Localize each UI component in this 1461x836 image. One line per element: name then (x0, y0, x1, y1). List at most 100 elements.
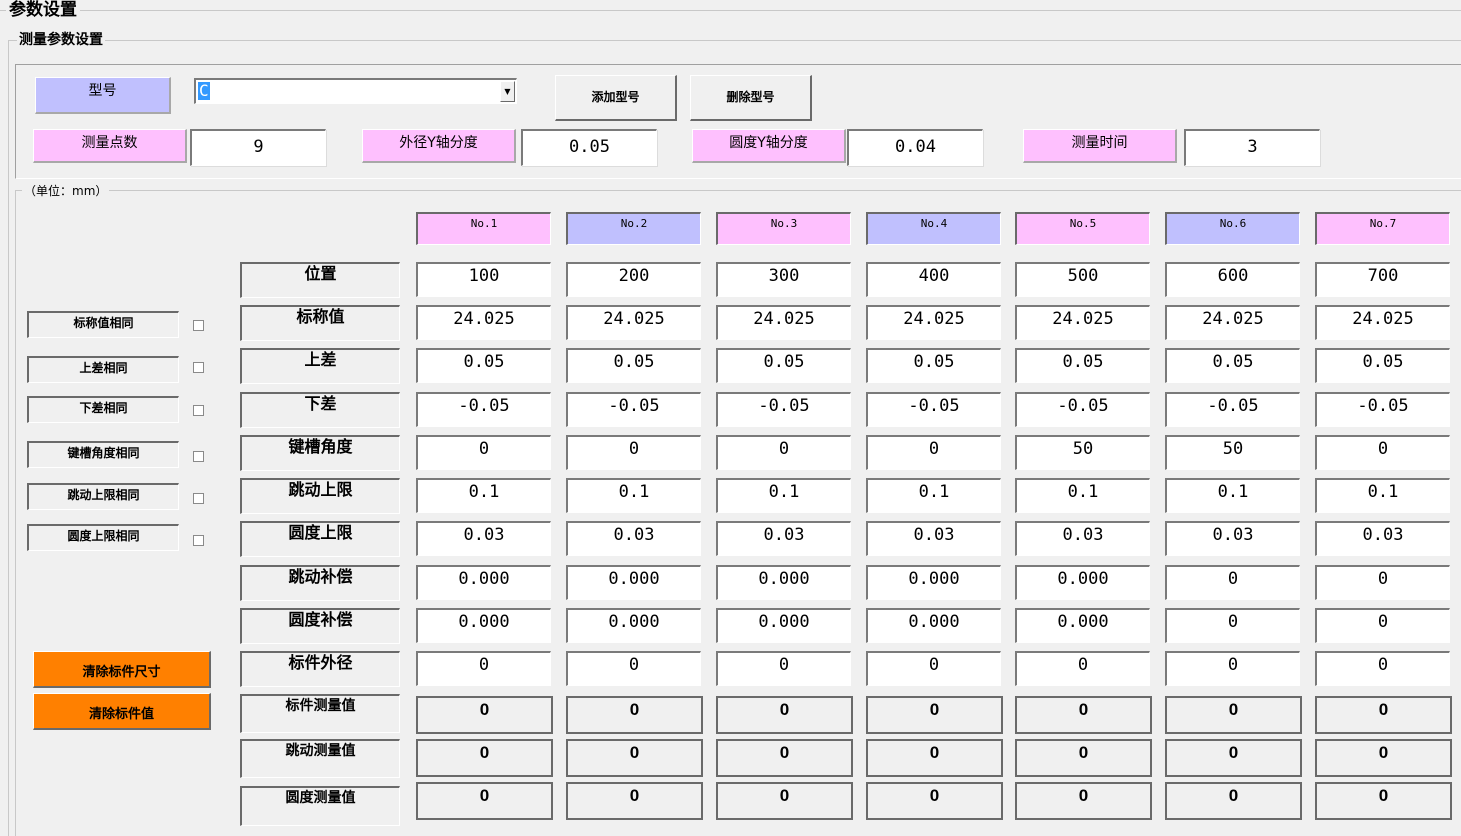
param-cell[interactable]: 0.000 (416, 608, 551, 643)
clear-standard-value-button[interactable]: 清除标件值 (33, 693, 211, 730)
param-cell[interactable]: 0.05 (716, 348, 851, 383)
param-cell[interactable]: 0.03 (416, 521, 551, 556)
point-count-field[interactable]: 9 (190, 129, 326, 166)
param-cell[interactable]: 50 (1015, 435, 1150, 470)
param-cell[interactable]: 0 (866, 435, 1001, 470)
param-cell[interactable]: 0 (566, 435, 701, 470)
param-cell[interactable]: 400 (866, 262, 1001, 297)
param-cell[interactable]: 24.025 (866, 305, 1001, 340)
param-cell[interactable]: 0.03 (1165, 521, 1300, 556)
param-cell[interactable]: 0 (716, 651, 851, 686)
param-cell[interactable]: 0 (566, 651, 701, 686)
param-cell[interactable]: 0.05 (1015, 348, 1150, 383)
model-label: 型号 (35, 77, 171, 114)
measured-value-cell: 0 (866, 696, 1003, 734)
measured-value-cell: 0 (1315, 696, 1452, 734)
param-cell[interactable]: 0.1 (716, 478, 851, 513)
param-cell[interactable]: 200 (566, 262, 701, 297)
param-cell[interactable]: 24.025 (1315, 305, 1450, 340)
param-cell[interactable]: -0.05 (1015, 392, 1150, 427)
param-cell[interactable]: 0.1 (1315, 478, 1450, 513)
param-cell[interactable]: 0.03 (1315, 521, 1450, 556)
param-cell[interactable]: -0.05 (566, 392, 701, 427)
param-cell[interactable]: 0 (416, 651, 551, 686)
param-cell[interactable]: 0.000 (716, 565, 851, 600)
measure-time-label: 测量时间 (1023, 129, 1177, 163)
clear-standard-size-button[interactable]: 清除标件尺寸 (33, 651, 211, 688)
same-lower-dev-button[interactable]: 下差相同 (27, 396, 179, 423)
param-cell[interactable]: -0.05 (716, 392, 851, 427)
roundness-y-division-field[interactable]: 0.04 (847, 129, 983, 166)
param-cell[interactable]: -0.05 (416, 392, 551, 427)
param-cell[interactable]: 24.025 (1165, 305, 1300, 340)
param-cell[interactable]: 0.1 (1165, 478, 1300, 513)
param-cell[interactable]: 0.05 (1315, 348, 1450, 383)
add-model-button[interactable]: 添加型号 (555, 75, 677, 121)
param-cell[interactable]: -0.05 (1315, 392, 1450, 427)
param-cell[interactable]: 0.05 (566, 348, 701, 383)
same-roundness-limit-button[interactable]: 圆度上限相同 (27, 524, 179, 551)
param-cell[interactable]: 0.000 (566, 608, 701, 643)
same-keyway-angle-checkbox[interactable] (193, 451, 204, 462)
param-cell[interactable]: 0.000 (416, 565, 551, 600)
param-cell[interactable]: 0 (866, 651, 1001, 686)
param-cell[interactable]: 100 (416, 262, 551, 297)
param-cell[interactable]: 0 (1315, 435, 1450, 470)
param-cell[interactable]: 0 (1315, 651, 1450, 686)
param-cell[interactable]: 0 (716, 435, 851, 470)
delete-model-button[interactable]: 删除型号 (690, 75, 812, 121)
param-cell[interactable]: 0 (1015, 651, 1150, 686)
param-cell[interactable]: -0.05 (1165, 392, 1300, 427)
param-cell[interactable]: 0 (1315, 565, 1450, 600)
group-title: 测量参数设置 (17, 32, 105, 49)
param-cell[interactable]: 0 (416, 435, 551, 470)
param-cell[interactable]: 700 (1315, 262, 1450, 297)
param-cell[interactable]: 600 (1165, 262, 1300, 297)
param-cell[interactable]: 300 (716, 262, 851, 297)
param-cell[interactable]: 0 (1165, 565, 1300, 600)
same-runout-limit-button[interactable]: 跳动上限相同 (27, 483, 179, 510)
column-header-2: No.2 (566, 212, 701, 245)
model-combobox[interactable]: C ▼ (194, 78, 517, 104)
param-cell[interactable]: 0.03 (866, 521, 1001, 556)
param-cell[interactable]: 0.03 (716, 521, 851, 556)
param-cell[interactable]: -0.05 (866, 392, 1001, 427)
measured-value-cell: 0 (416, 782, 553, 820)
same-runout-limit-checkbox[interactable] (193, 493, 204, 504)
same-lower-dev-checkbox[interactable] (193, 405, 204, 416)
param-cell[interactable]: 0 (1165, 651, 1300, 686)
same-roundness-limit-checkbox[interactable] (193, 535, 204, 546)
param-cell[interactable]: 0.000 (866, 565, 1001, 600)
param-cell[interactable]: 0.000 (716, 608, 851, 643)
param-cell[interactable]: 500 (1015, 262, 1150, 297)
same-nominal-checkbox[interactable] (193, 320, 204, 331)
param-cell[interactable]: 0.03 (1015, 521, 1150, 556)
param-cell[interactable]: 0 (1165, 608, 1300, 643)
od-y-division-field[interactable]: 0.05 (521, 129, 657, 166)
param-cell[interactable]: 0.000 (1015, 608, 1150, 643)
param-cell[interactable]: 0.1 (566, 478, 701, 513)
param-cell[interactable]: 0.000 (566, 565, 701, 600)
param-cell[interactable]: 0.000 (866, 608, 1001, 643)
same-upper-dev-button[interactable]: 上差相同 (27, 356, 179, 383)
param-cell[interactable]: 0.05 (416, 348, 551, 383)
param-cell[interactable]: 0 (1315, 608, 1450, 643)
param-cell[interactable]: 24.025 (716, 305, 851, 340)
param-cell[interactable]: 24.025 (416, 305, 551, 340)
row-label-roundness-limit: 圆度上限 (240, 521, 400, 557)
param-cell[interactable]: 50 (1165, 435, 1300, 470)
param-cell[interactable]: 0.03 (566, 521, 701, 556)
param-cell[interactable]: 0.000 (1015, 565, 1150, 600)
same-nominal-button[interactable]: 标称值相同 (27, 311, 179, 338)
param-cell[interactable]: 0.05 (1165, 348, 1300, 383)
param-cell[interactable]: 24.025 (1015, 305, 1150, 340)
param-cell[interactable]: 0.05 (866, 348, 1001, 383)
param-cell[interactable]: 0.1 (866, 478, 1001, 513)
param-cell[interactable]: 24.025 (566, 305, 701, 340)
measure-time-field[interactable]: 3 (1184, 129, 1320, 166)
same-upper-dev-checkbox[interactable] (193, 362, 204, 373)
param-cell[interactable]: 0.1 (1015, 478, 1150, 513)
same-keyway-angle-button[interactable]: 键槽角度相同 (27, 441, 179, 468)
chevron-down-icon[interactable]: ▼ (500, 81, 515, 102)
param-cell[interactable]: 0.1 (416, 478, 551, 513)
